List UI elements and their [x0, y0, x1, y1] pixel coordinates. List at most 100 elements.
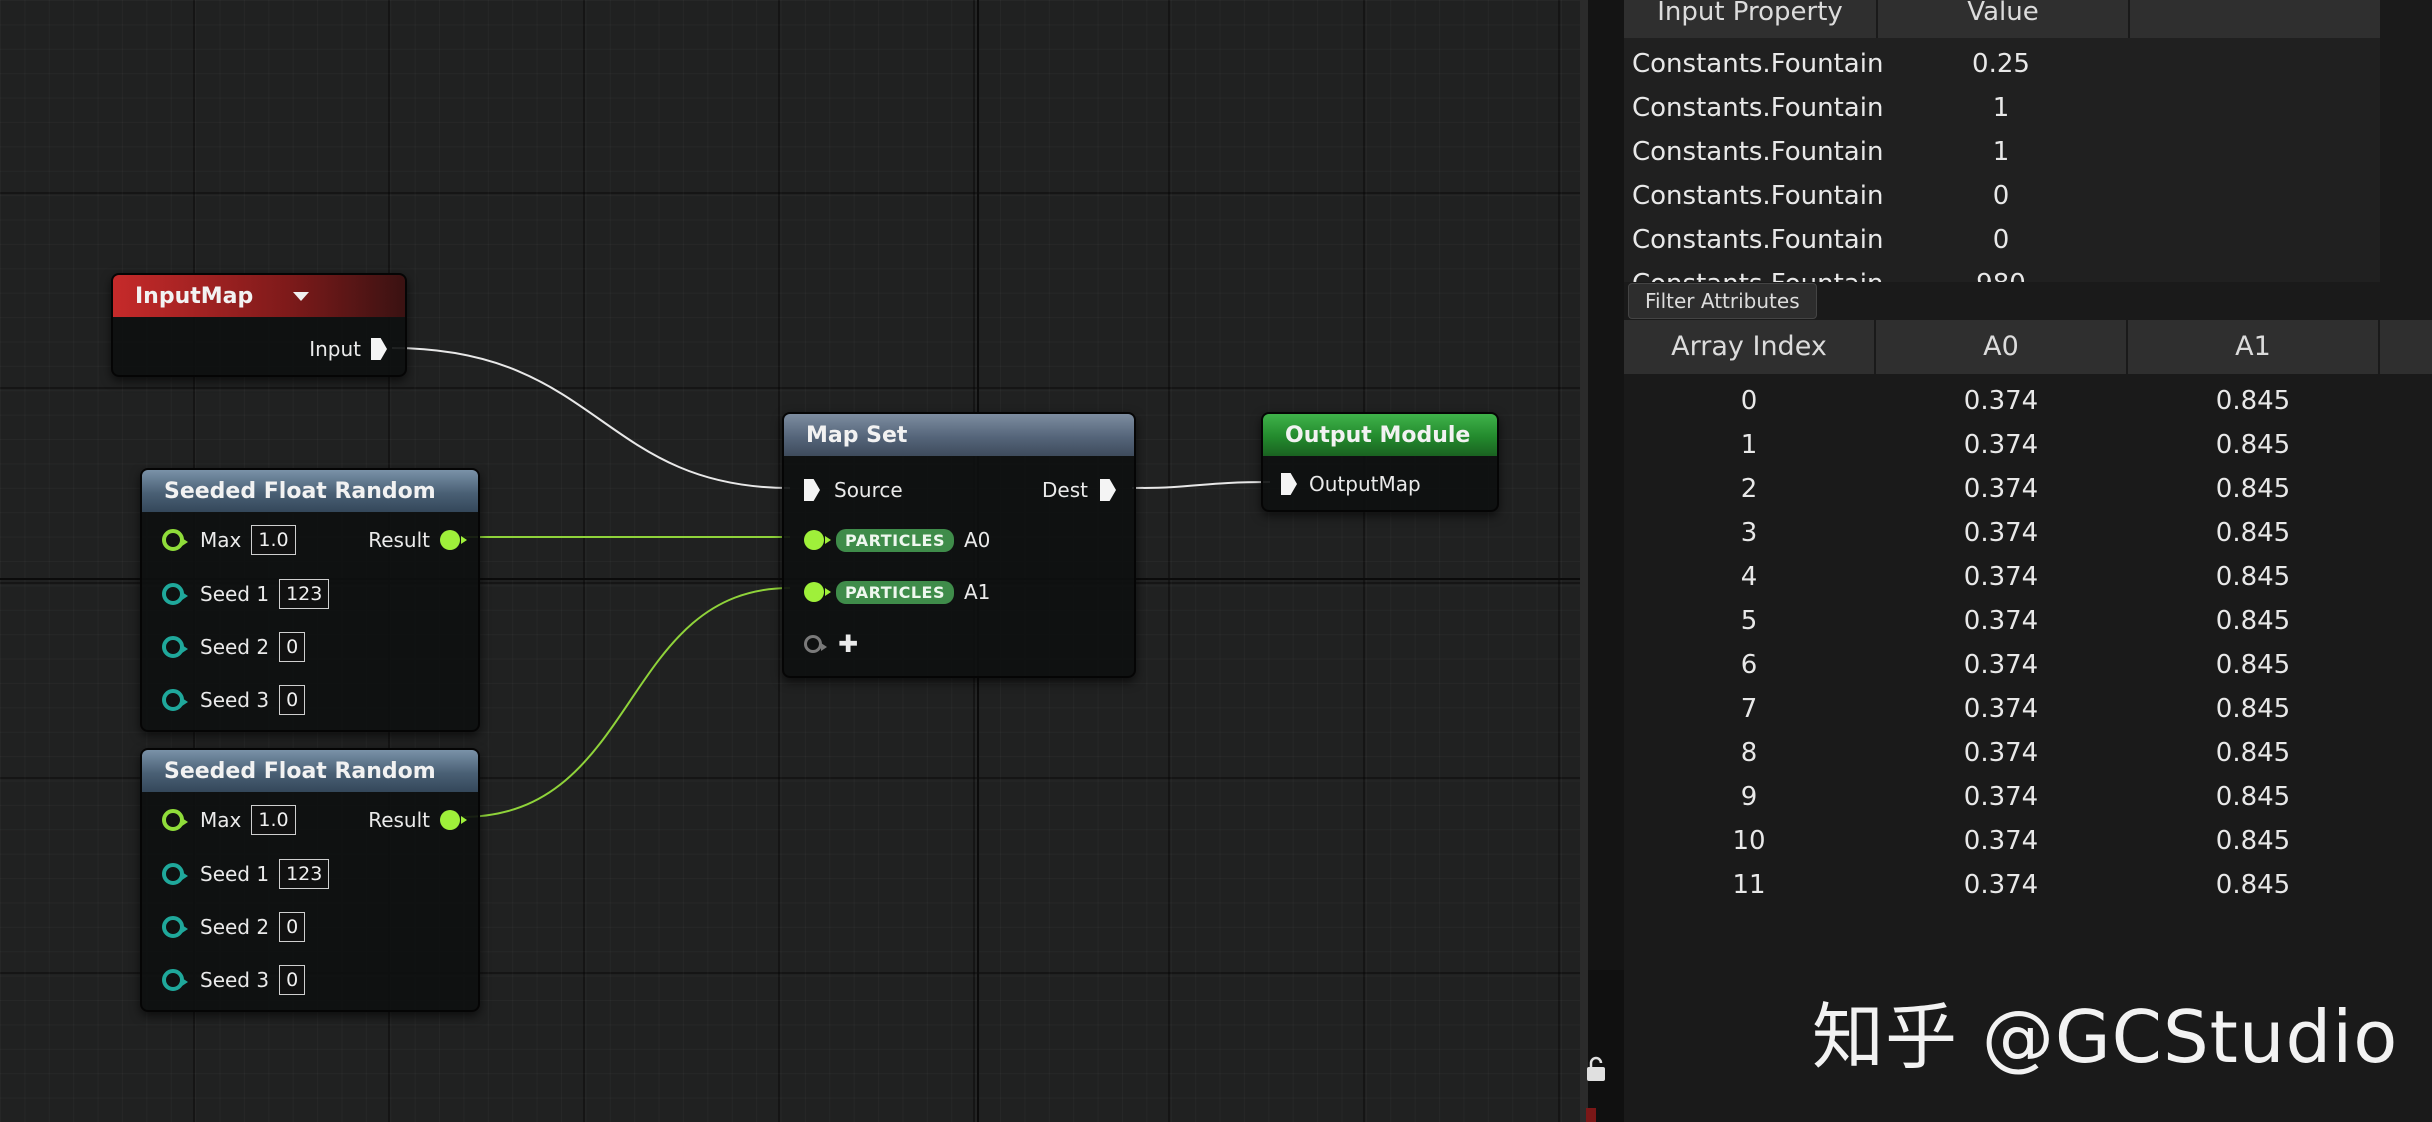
exec-pin-icon[interactable]: [1281, 473, 1297, 495]
cell-a0: 0.374: [1963, 474, 2039, 504]
source-label: Source: [834, 478, 903, 502]
node-seeded-float-random-1[interactable]: Seeded Float Random Max 1.0 Result Seed …: [140, 468, 480, 732]
header-a1[interactable]: A1: [2128, 320, 2378, 374]
chevron-down-icon[interactable]: [293, 291, 310, 301]
table-row[interactable]: 4 0.374 0.845: [1624, 555, 2432, 599]
wire-dest-to-outputmap[interactable]: [1131, 481, 1271, 489]
cell-a0: 0.374: [1963, 738, 2039, 768]
seed3-value-field[interactable]: 0: [279, 685, 306, 715]
result-label: Result: [368, 808, 430, 832]
node-seeded-2-title: Seeded Float Random: [164, 758, 436, 784]
lock-icon[interactable]: [1586, 1056, 1606, 1082]
node-input-map[interactable]: InputMap Input: [111, 273, 407, 377]
node-seeded-2-header[interactable]: Seeded Float Random: [142, 750, 478, 792]
table-row[interactable]: Constants.Fountain 1: [1624, 130, 2380, 174]
a0-pin-icon[interactable]: [804, 530, 831, 550]
int-pin-icon[interactable]: [162, 969, 188, 991]
header-array-index[interactable]: Array Index: [1624, 320, 1874, 374]
table-row[interactable]: 5 0.374 0.845: [1624, 599, 2432, 643]
cell-a0: 0.374: [1963, 606, 2039, 636]
cell-a1: 0.845: [2215, 650, 2291, 680]
cell-a1: 0.845: [2215, 562, 2291, 592]
cell-index: 7: [1740, 694, 1758, 724]
property-name: Constants.Fountain: [1632, 137, 1884, 167]
header-value[interactable]: Value: [1878, 0, 2128, 38]
node-input-map-title: InputMap: [135, 283, 254, 309]
node-seeded-float-random-2[interactable]: Seeded Float Random Max 1.0 Result Seed …: [140, 748, 480, 1012]
cell-index: 2: [1740, 474, 1758, 504]
max-value-field[interactable]: 1.0: [251, 805, 296, 835]
max-label: Max: [200, 528, 242, 552]
table-row[interactable]: 10 0.374 0.845: [1624, 819, 2432, 863]
seed1-label: Seed 1: [200, 862, 270, 886]
watermark: 知乎 @GCStudio: [1812, 995, 2399, 1079]
cell-a1: 0.845: [2215, 738, 2291, 768]
table-row[interactable]: 0 0.374 0.845: [1624, 379, 2432, 423]
header-a0[interactable]: A0: [1876, 320, 2126, 374]
table-row[interactable]: 8 0.374 0.845: [1624, 731, 2432, 775]
exec-pin-icon[interactable]: [1100, 479, 1116, 501]
table-row[interactable]: 6 0.374 0.845: [1624, 643, 2432, 687]
property-value: 0.25: [1972, 49, 2030, 79]
table-row[interactable]: Constants.Fountain 0.25: [1624, 42, 2380, 86]
wire-result2-to-a1[interactable]: [461, 587, 791, 818]
seed1-value-field[interactable]: 123: [279, 859, 330, 889]
table-row[interactable]: Constants.Fountain 0: [1624, 218, 2380, 262]
dest-label: Dest: [1042, 478, 1088, 502]
node-seeded-1-header[interactable]: Seeded Float Random: [142, 470, 478, 512]
cell-index: 4: [1740, 562, 1758, 592]
table-row[interactable]: Constants.Fountain 1: [1624, 86, 2380, 130]
node-map-set[interactable]: Map Set Source Dest PARTICLES A0 PARTICL…: [782, 412, 1136, 678]
int-pin-icon[interactable]: [162, 916, 188, 938]
add-pin-icon[interactable]: [804, 635, 827, 653]
header-input-property[interactable]: Input Property: [1624, 0, 1876, 38]
seed3-value-field[interactable]: 0: [279, 965, 306, 995]
seed2-value-field[interactable]: 0: [279, 632, 306, 662]
float-pin-icon[interactable]: [162, 529, 188, 551]
table-row[interactable]: Constants.Fountain 980: [1624, 262, 2380, 282]
int-pin-icon[interactable]: [162, 863, 188, 885]
result-pin-icon[interactable]: [440, 530, 467, 550]
cell-a1: 0.845: [2215, 870, 2291, 900]
exec-pin-icon[interactable]: [804, 479, 820, 501]
table-row[interactable]: Constants.Fountain 0: [1624, 174, 2380, 218]
int-pin-icon[interactable]: [162, 583, 188, 605]
a1-pin-icon[interactable]: [804, 582, 831, 602]
graph-canvas[interactable]: InputMap Input Seeded Float Random Max 1…: [0, 0, 1580, 1122]
cell-index: 11: [1732, 870, 1766, 900]
result-pin-icon[interactable]: [440, 810, 467, 830]
array-table-header: Array Index A0 A1: [1624, 320, 2432, 374]
table-row[interactable]: 11 0.374 0.845: [1624, 863, 2432, 907]
particles-namespace-tag: PARTICLES: [836, 580, 954, 604]
cell-a1: 0.845: [2215, 386, 2291, 416]
add-pin-button[interactable]: ✚: [838, 630, 858, 658]
table-row[interactable]: 9 0.374 0.845: [1624, 775, 2432, 819]
particles-namespace-tag: PARTICLES: [836, 528, 954, 552]
panel-splitter[interactable]: [1580, 0, 1588, 1122]
seed2-value-field[interactable]: 0: [279, 912, 306, 942]
table-row[interactable]: 3 0.374 0.845: [1624, 511, 2432, 555]
table-row[interactable]: 2 0.374 0.845: [1624, 467, 2432, 511]
exec-pin-icon[interactable]: [371, 338, 387, 360]
wire-input-to-source[interactable]: [391, 347, 791, 489]
node-input-map-header[interactable]: InputMap: [113, 275, 405, 317]
table-row[interactable]: 7 0.374 0.845: [1624, 687, 2432, 731]
cell-a0: 0.374: [1963, 870, 2039, 900]
float-pin-icon[interactable]: [162, 809, 188, 831]
filter-attributes-button[interactable]: Filter Attributes: [1628, 283, 1817, 319]
node-map-set-header[interactable]: Map Set: [784, 414, 1134, 456]
node-map-set-title: Map Set: [806, 422, 908, 448]
pin-input-label: Input: [309, 337, 361, 361]
node-output-module-header[interactable]: Output Module: [1263, 414, 1497, 456]
property-value: 0: [1992, 181, 2010, 211]
seed3-label: Seed 3: [200, 968, 270, 992]
property-name: Constants.Fountain: [1632, 262, 1883, 282]
node-output-module[interactable]: Output Module OutputMap: [1261, 412, 1499, 512]
max-value-field[interactable]: 1.0: [251, 525, 296, 555]
int-pin-icon[interactable]: [162, 636, 188, 658]
int-pin-icon[interactable]: [162, 689, 188, 711]
cell-a0: 0.374: [1963, 826, 2039, 856]
seed2-label: Seed 2: [200, 915, 270, 939]
seed1-value-field[interactable]: 123: [279, 579, 330, 609]
table-row[interactable]: 1 0.374 0.845: [1624, 423, 2432, 467]
